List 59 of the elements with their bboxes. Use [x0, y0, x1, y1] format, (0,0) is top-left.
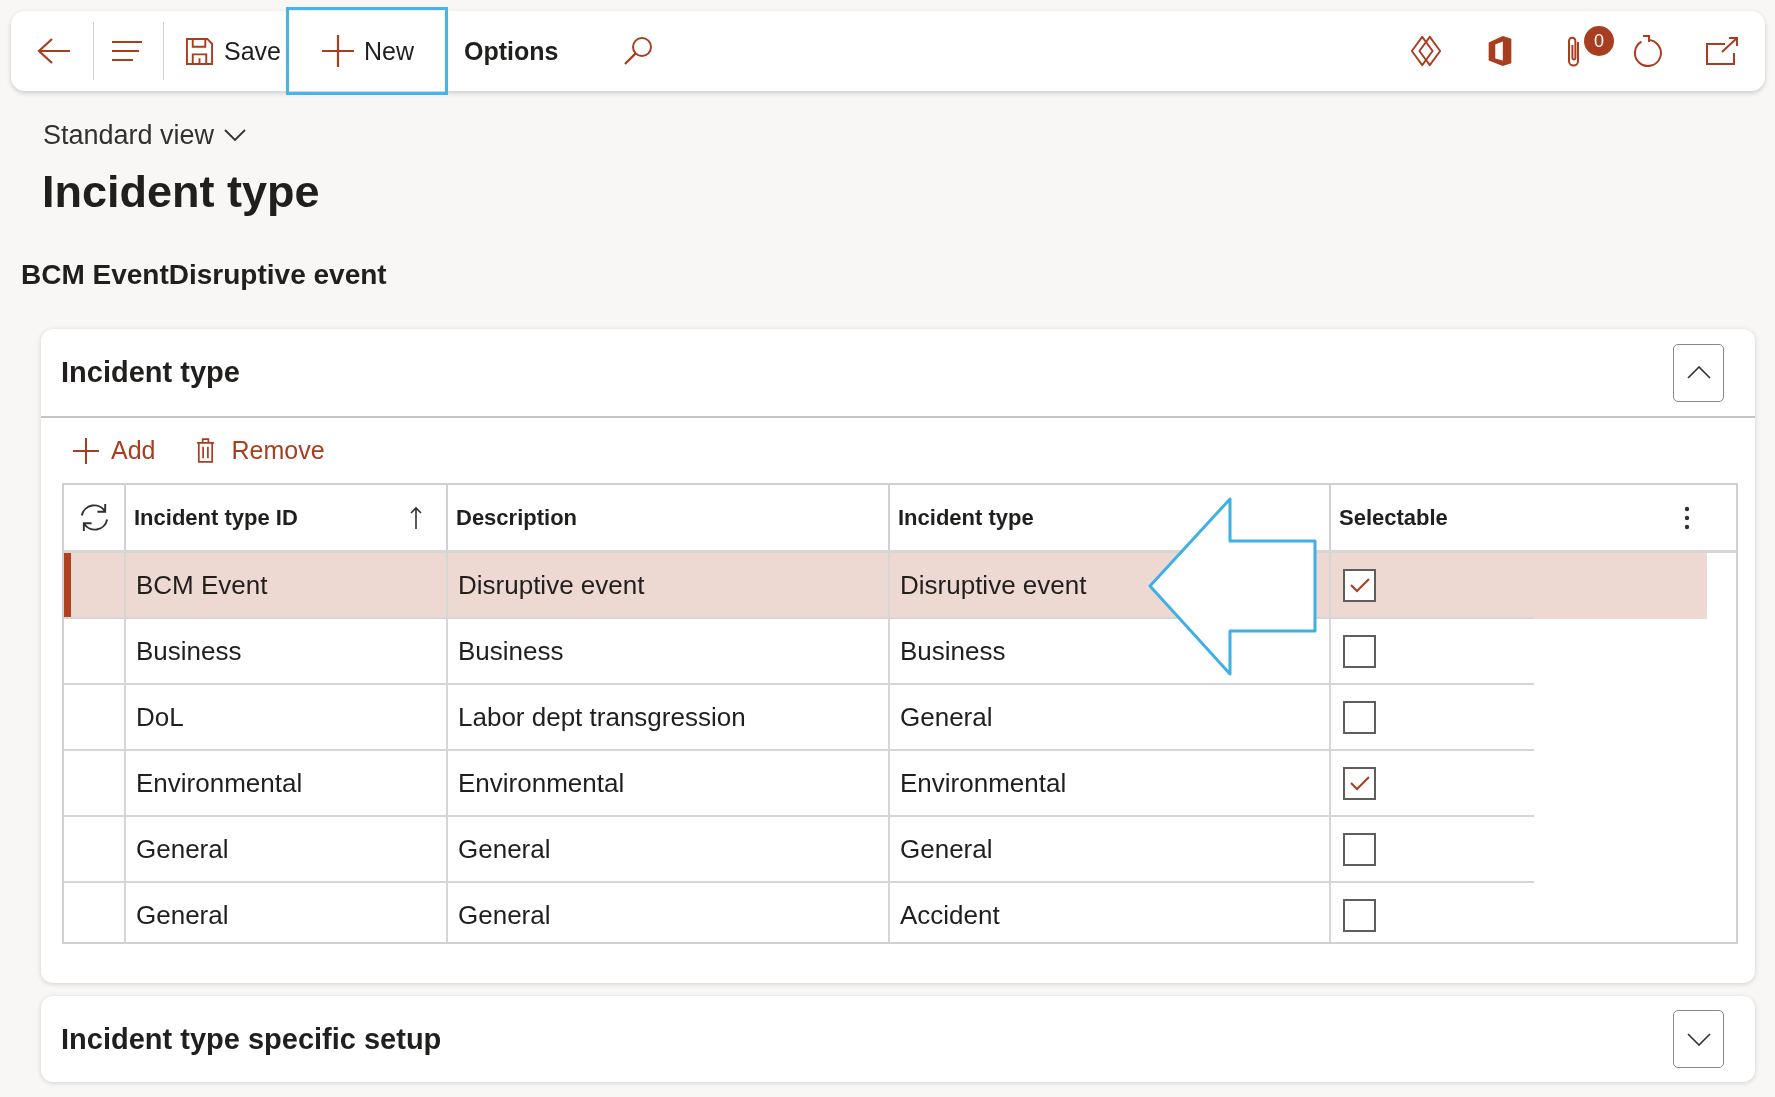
table-row[interactable]: BCM Event Disruptive event Disruptive event: [64, 553, 1707, 619]
diamonds-icon[interactable]: [1409, 34, 1443, 68]
checkbox[interactable]: [1343, 700, 1376, 734]
row-selector[interactable]: [64, 553, 126, 619]
table-cell: General: [900, 701, 993, 733]
table-cell: Labor dept transgression: [458, 701, 746, 733]
collapse-button[interactable]: [1673, 343, 1724, 402]
table-cell: General: [900, 833, 993, 865]
column-header[interactable]: Selectable: [1331, 485, 1736, 550]
checkmark-icon: [1349, 775, 1370, 791]
page-title: Incident type: [42, 165, 320, 219]
search-icon[interactable]: [623, 36, 654, 66]
table-cell: General: [458, 899, 551, 931]
add-button[interactable]: Add: [72, 436, 156, 465]
save-button[interactable]: Save: [164, 13, 290, 89]
sort-ascending-icon: [410, 505, 422, 530]
options-button[interactable]: Options: [444, 13, 579, 89]
table-cell: Environmental: [136, 767, 303, 799]
checkbox[interactable]: [1343, 832, 1376, 866]
count-badge: 0: [1584, 26, 1614, 56]
open-in-new-icon[interactable]: [1705, 34, 1739, 68]
table-cell: DoL: [136, 701, 184, 733]
remove-button[interactable]: Remove: [195, 436, 325, 465]
table-cell: Disruptive event: [900, 569, 1087, 601]
paperclip-icon[interactable]: [1566, 34, 1582, 68]
back-icon[interactable]: [37, 37, 71, 65]
trash-icon: [195, 437, 217, 464]
list-icon[interactable]: [111, 40, 143, 62]
refresh-icon[interactable]: [1631, 34, 1665, 68]
table-cell: BCM Event: [136, 569, 268, 601]
checkbox[interactable]: [1343, 766, 1376, 800]
column-header[interactable]: Description: [448, 485, 890, 550]
table-cell: General: [458, 833, 551, 865]
chevron-up-icon: [1686, 366, 1711, 379]
record-caption: BCM EventDisruptive event: [21, 258, 387, 292]
view-selector[interactable]: Standard view: [43, 120, 247, 150]
table-cell: Business: [136, 635, 242, 667]
section-title: Incident type specific setup: [61, 1022, 442, 1056]
table-cell: Accident: [900, 899, 1000, 931]
checkbox[interactable]: [1343, 568, 1376, 602]
plus-icon: [321, 34, 355, 68]
table-cell: Business: [900, 635, 1006, 667]
table-cell: Disruptive event: [458, 569, 645, 601]
new-button[interactable]: New: [290, 11, 444, 91]
checkbox[interactable]: [1343, 634, 1376, 668]
expand-button[interactable]: [1673, 1010, 1724, 1068]
table-cell: Environmental: [458, 767, 625, 799]
column-header[interactable]: Incident type ID: [126, 485, 448, 550]
table-cell: General: [136, 899, 229, 931]
plus-icon: [72, 436, 100, 465]
section-title: Incident type: [61, 356, 240, 389]
checkbox[interactable]: [1343, 898, 1376, 932]
chevron-down-icon: [224, 129, 247, 141]
table-cell: Business: [458, 635, 564, 667]
more-icon[interactable]: [1684, 505, 1690, 530]
table-cell: General: [136, 833, 229, 865]
chevron-down-icon: [1686, 1032, 1711, 1046]
checkmark-icon: [1349, 577, 1370, 593]
table-cell: Environmental: [900, 767, 1067, 799]
